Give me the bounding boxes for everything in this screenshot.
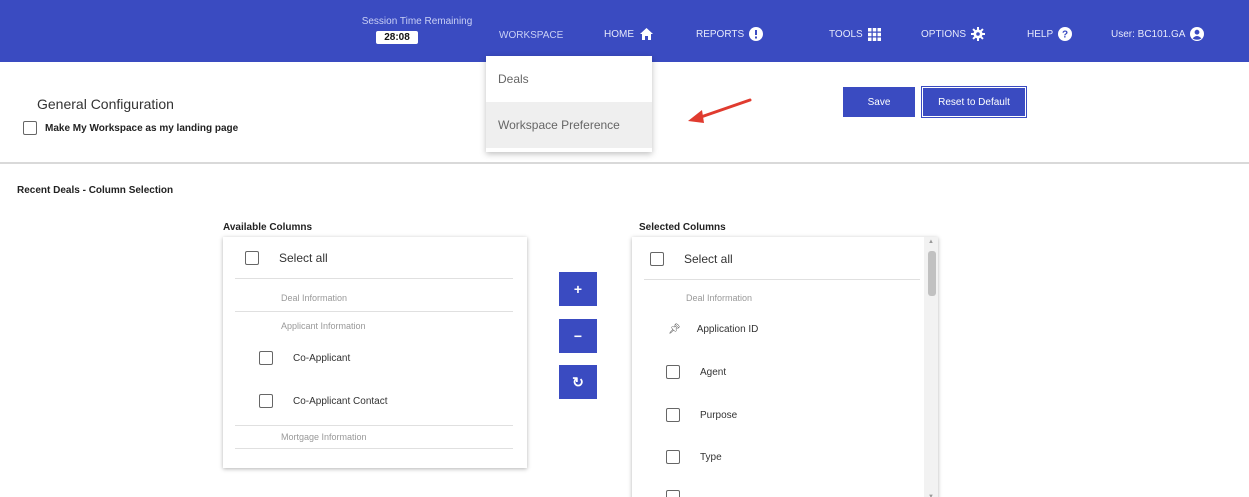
landing-page-checkbox[interactable] (23, 121, 37, 135)
info-icon (749, 27, 764, 41)
list-item-agent[interactable]: Agent (666, 365, 726, 379)
nav-workspace[interactable]: WORKSPACE (499, 30, 563, 41)
selected-select-all-checkbox[interactable] (650, 252, 664, 266)
home-icon (639, 27, 653, 41)
available-select-all-row[interactable]: Select all (245, 251, 328, 265)
nav-reports-label: REPORTS (696, 28, 745, 40)
available-columns-list[interactable]: Select all Deal Information Applicant In… (223, 237, 527, 468)
session-timer: Session Time Remaining 28:08 (347, 16, 487, 45)
nav-options-label: OPTIONS (921, 28, 967, 40)
list-separator (235, 425, 513, 426)
available-select-all-label: Select all (279, 251, 328, 265)
nav-user[interactable]: User: BC101.GA (1111, 27, 1205, 41)
group-deal-information: Deal Information (686, 293, 753, 303)
list-item-co-applicant-contact[interactable]: Co-Applicant Contact (259, 394, 388, 408)
group-applicant-information: Applicant Information (281, 321, 366, 331)
application-id-label: Application ID (696, 324, 759, 335)
annotation-arrow-icon (688, 98, 752, 123)
list-item-partial[interactable] (666, 490, 700, 497)
nav-help-label: HELP (1027, 28, 1054, 40)
home-dropdown-menu: Deals Workspace Preference (486, 56, 652, 152)
scroll-up-icon[interactable]: ▲ (928, 239, 934, 245)
nav-user-label: User: BC101.GA (1111, 28, 1186, 40)
list-item-purpose[interactable]: Purpose (666, 408, 737, 422)
available-columns-title: Available Columns (223, 222, 313, 233)
selected-columns-title: Selected Columns (639, 222, 726, 233)
co-applicant-label: Co-Applicant (293, 352, 351, 364)
list-separator (235, 278, 513, 279)
purpose-checkbox[interactable] (666, 408, 680, 422)
selected-list-scrollbar[interactable]: ▲ ▼ (924, 237, 938, 497)
type-label: Type (700, 451, 722, 463)
menu-item-deals[interactable]: Deals (486, 56, 652, 102)
recent-deals-title: Recent Deals - Column Selection (17, 185, 174, 196)
agent-checkbox[interactable] (666, 365, 680, 379)
list-separator (235, 311, 513, 312)
reset-to-default-button[interactable]: Reset to Default (921, 86, 1027, 118)
top-nav-bar: Session Time Remaining 28:08 WORKSPACE H… (0, 0, 1249, 62)
nav-workspace-label: WORKSPACE (499, 30, 564, 41)
remove-column-button[interactable]: − (559, 319, 597, 353)
available-select-all-checkbox[interactable] (245, 251, 259, 265)
session-label: Session Time Remaining (361, 16, 473, 27)
menu-item-workspace-preference[interactable]: Workspace Preference (486, 102, 652, 148)
scroll-thumb[interactable] (928, 251, 936, 296)
co-applicant-checkbox[interactable] (259, 351, 273, 365)
grid-icon (868, 27, 882, 41)
pin-icon: 📌︎ (668, 324, 681, 335)
list-item-application-id: 📌︎ Application ID (640, 324, 758, 335)
purpose-label: Purpose (700, 409, 738, 421)
help-icon: ? (1058, 27, 1073, 41)
group-deal-information: Deal Information (281, 293, 348, 303)
group-mortgage-information: Mortgage Information (281, 432, 367, 442)
co-applicant-contact-checkbox[interactable] (259, 394, 273, 408)
nav-options[interactable]: OPTIONS (921, 27, 986, 41)
selected-columns-list[interactable]: Select all Deal Information 📌︎ Applicati… (632, 237, 938, 497)
partial-item-checkbox[interactable] (666, 490, 680, 497)
nav-reports[interactable]: REPORTS (696, 27, 764, 41)
refresh-columns-button[interactable]: ↻ (559, 365, 597, 399)
user-circle-icon (1190, 27, 1205, 41)
co-applicant-contact-label: Co-Applicant Contact (293, 395, 388, 407)
type-checkbox[interactable] (666, 450, 680, 464)
gear-icon (971, 27, 986, 41)
nav-tools-label: TOOLS (829, 28, 863, 40)
save-button[interactable]: Save (843, 87, 915, 117)
landing-page-option[interactable]: Make My Workspace as my landing page (23, 121, 238, 135)
nav-home-label: HOME (604, 28, 634, 40)
landing-page-label: Make My Workspace as my landing page (45, 122, 239, 134)
section-divider (0, 162, 1249, 164)
list-item-co-applicant[interactable]: Co-Applicant (259, 351, 350, 365)
add-column-button[interactable]: + (559, 272, 597, 306)
list-separator (235, 448, 513, 449)
selected-select-all-row[interactable]: Select all (650, 252, 733, 266)
list-separator (644, 279, 920, 280)
svg-text:?: ? (1062, 30, 1068, 41)
nav-tools[interactable]: TOOLS (829, 27, 882, 41)
list-item-type[interactable]: Type (666, 450, 722, 464)
general-configuration-title: General Configuration (37, 96, 174, 112)
selected-select-all-label: Select all (684, 252, 733, 266)
session-time: 28:08 (376, 31, 418, 44)
nav-home[interactable]: HOME (604, 27, 653, 41)
agent-label: Agent (700, 366, 727, 378)
nav-help[interactable]: HELP ? (1027, 27, 1073, 41)
